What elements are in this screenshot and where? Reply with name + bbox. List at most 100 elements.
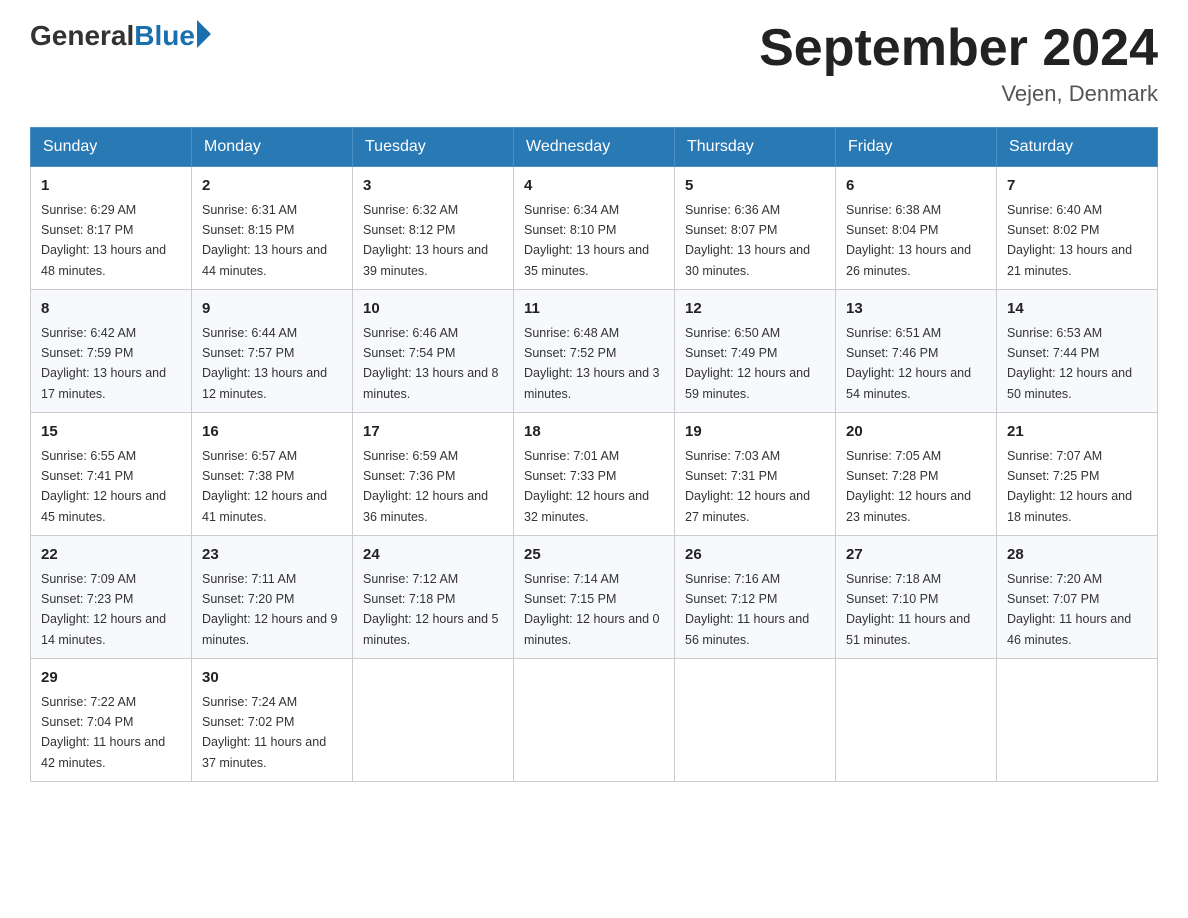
table-row: 9 Sunrise: 6:44 AMSunset: 7:57 PMDayligh… <box>192 290 353 413</box>
table-row: 11 Sunrise: 6:48 AMSunset: 7:52 PMDaylig… <box>514 290 675 413</box>
table-row: 2 Sunrise: 6:31 AMSunset: 8:15 PMDayligh… <box>192 167 353 290</box>
table-row: 28 Sunrise: 7:20 AMSunset: 7:07 PMDaylig… <box>997 536 1158 659</box>
table-row: 23 Sunrise: 7:11 AMSunset: 7:20 PMDaylig… <box>192 536 353 659</box>
table-row: 6 Sunrise: 6:38 AMSunset: 8:04 PMDayligh… <box>836 167 997 290</box>
table-row: 30 Sunrise: 7:24 AMSunset: 7:02 PMDaylig… <box>192 659 353 782</box>
day-info: Sunrise: 6:55 AMSunset: 7:41 PMDaylight:… <box>41 449 166 524</box>
day-info: Sunrise: 6:48 AMSunset: 7:52 PMDaylight:… <box>524 326 660 401</box>
col-header-monday: Monday <box>192 128 353 167</box>
day-info: Sunrise: 6:51 AMSunset: 7:46 PMDaylight:… <box>846 326 971 401</box>
day-number: 18 <box>524 421 664 444</box>
day-info: Sunrise: 6:29 AMSunset: 8:17 PMDaylight:… <box>41 203 166 278</box>
table-row: 25 Sunrise: 7:14 AMSunset: 7:15 PMDaylig… <box>514 536 675 659</box>
table-row <box>997 659 1158 782</box>
day-number: 19 <box>685 421 825 444</box>
logo-blue-text: Blue <box>134 20 195 52</box>
col-header-sunday: Sunday <box>31 128 192 167</box>
day-number: 21 <box>1007 421 1147 444</box>
day-info: Sunrise: 7:24 AMSunset: 7:02 PMDaylight:… <box>202 695 326 770</box>
table-row <box>836 659 997 782</box>
table-row: 13 Sunrise: 6:51 AMSunset: 7:46 PMDaylig… <box>836 290 997 413</box>
day-info: Sunrise: 7:20 AMSunset: 7:07 PMDaylight:… <box>1007 572 1131 647</box>
day-number: 9 <box>202 298 342 321</box>
title-section: September 2024 Vejen, Denmark <box>759 20 1158 107</box>
day-info: Sunrise: 7:01 AMSunset: 7:33 PMDaylight:… <box>524 449 649 524</box>
table-row: 7 Sunrise: 6:40 AMSunset: 8:02 PMDayligh… <box>997 167 1158 290</box>
location-subtitle: Vejen, Denmark <box>759 81 1158 107</box>
table-row: 27 Sunrise: 7:18 AMSunset: 7:10 PMDaylig… <box>836 536 997 659</box>
table-row: 18 Sunrise: 7:01 AMSunset: 7:33 PMDaylig… <box>514 413 675 536</box>
day-info: Sunrise: 6:42 AMSunset: 7:59 PMDaylight:… <box>41 326 166 401</box>
calendar-header-row: Sunday Monday Tuesday Wednesday Thursday… <box>31 128 1158 167</box>
day-number: 16 <box>202 421 342 444</box>
day-info: Sunrise: 7:12 AMSunset: 7:18 PMDaylight:… <box>363 572 499 647</box>
table-row: 16 Sunrise: 6:57 AMSunset: 7:38 PMDaylig… <box>192 413 353 536</box>
table-row <box>353 659 514 782</box>
day-info: Sunrise: 7:14 AMSunset: 7:15 PMDaylight:… <box>524 572 660 647</box>
col-header-tuesday: Tuesday <box>353 128 514 167</box>
day-info: Sunrise: 7:22 AMSunset: 7:04 PMDaylight:… <box>41 695 165 770</box>
calendar-week-5: 29 Sunrise: 7:22 AMSunset: 7:04 PMDaylig… <box>31 659 1158 782</box>
col-header-saturday: Saturday <box>997 128 1158 167</box>
day-info: Sunrise: 7:18 AMSunset: 7:10 PMDaylight:… <box>846 572 970 647</box>
day-number: 27 <box>846 544 986 567</box>
logo-arrow-icon <box>197 20 211 48</box>
day-info: Sunrise: 7:11 AMSunset: 7:20 PMDaylight:… <box>202 572 338 647</box>
calendar-week-1: 1 Sunrise: 6:29 AMSunset: 8:17 PMDayligh… <box>31 167 1158 290</box>
day-number: 23 <box>202 544 342 567</box>
day-number: 14 <box>1007 298 1147 321</box>
table-row: 15 Sunrise: 6:55 AMSunset: 7:41 PMDaylig… <box>31 413 192 536</box>
table-row: 22 Sunrise: 7:09 AMSunset: 7:23 PMDaylig… <box>31 536 192 659</box>
table-row: 3 Sunrise: 6:32 AMSunset: 8:12 PMDayligh… <box>353 167 514 290</box>
day-number: 5 <box>685 175 825 198</box>
day-info: Sunrise: 7:09 AMSunset: 7:23 PMDaylight:… <box>41 572 166 647</box>
day-number: 30 <box>202 667 342 690</box>
logo-general-text: General <box>30 20 134 52</box>
day-number: 8 <box>41 298 181 321</box>
calendar-week-2: 8 Sunrise: 6:42 AMSunset: 7:59 PMDayligh… <box>31 290 1158 413</box>
calendar-week-4: 22 Sunrise: 7:09 AMSunset: 7:23 PMDaylig… <box>31 536 1158 659</box>
day-number: 28 <box>1007 544 1147 567</box>
table-row: 5 Sunrise: 6:36 AMSunset: 8:07 PMDayligh… <box>675 167 836 290</box>
table-row: 29 Sunrise: 7:22 AMSunset: 7:04 PMDaylig… <box>31 659 192 782</box>
page-header: General Blue September 2024 Vejen, Denma… <box>30 20 1158 107</box>
day-number: 25 <box>524 544 664 567</box>
calendar-week-3: 15 Sunrise: 6:55 AMSunset: 7:41 PMDaylig… <box>31 413 1158 536</box>
table-row: 20 Sunrise: 7:05 AMSunset: 7:28 PMDaylig… <box>836 413 997 536</box>
day-number: 29 <box>41 667 181 690</box>
day-info: Sunrise: 6:50 AMSunset: 7:49 PMDaylight:… <box>685 326 810 401</box>
table-row: 26 Sunrise: 7:16 AMSunset: 7:12 PMDaylig… <box>675 536 836 659</box>
table-row: 19 Sunrise: 7:03 AMSunset: 7:31 PMDaylig… <box>675 413 836 536</box>
day-number: 24 <box>363 544 503 567</box>
day-number: 6 <box>846 175 986 198</box>
day-number: 15 <box>41 421 181 444</box>
table-row: 1 Sunrise: 6:29 AMSunset: 8:17 PMDayligh… <box>31 167 192 290</box>
day-info: Sunrise: 6:32 AMSunset: 8:12 PMDaylight:… <box>363 203 488 278</box>
day-info: Sunrise: 7:07 AMSunset: 7:25 PMDaylight:… <box>1007 449 1132 524</box>
day-info: Sunrise: 6:38 AMSunset: 8:04 PMDaylight:… <box>846 203 971 278</box>
day-number: 7 <box>1007 175 1147 198</box>
col-header-wednesday: Wednesday <box>514 128 675 167</box>
table-row: 12 Sunrise: 6:50 AMSunset: 7:49 PMDaylig… <box>675 290 836 413</box>
table-row <box>514 659 675 782</box>
day-info: Sunrise: 6:31 AMSunset: 8:15 PMDaylight:… <box>202 203 327 278</box>
col-header-thursday: Thursday <box>675 128 836 167</box>
day-info: Sunrise: 6:40 AMSunset: 8:02 PMDaylight:… <box>1007 203 1132 278</box>
day-info: Sunrise: 6:36 AMSunset: 8:07 PMDaylight:… <box>685 203 810 278</box>
day-number: 2 <box>202 175 342 198</box>
day-number: 10 <box>363 298 503 321</box>
day-number: 20 <box>846 421 986 444</box>
day-number: 26 <box>685 544 825 567</box>
table-row <box>675 659 836 782</box>
table-row: 4 Sunrise: 6:34 AMSunset: 8:10 PMDayligh… <box>514 167 675 290</box>
day-number: 11 <box>524 298 664 321</box>
table-row: 8 Sunrise: 6:42 AMSunset: 7:59 PMDayligh… <box>31 290 192 413</box>
day-info: Sunrise: 7:03 AMSunset: 7:31 PMDaylight:… <box>685 449 810 524</box>
day-number: 22 <box>41 544 181 567</box>
table-row: 14 Sunrise: 6:53 AMSunset: 7:44 PMDaylig… <box>997 290 1158 413</box>
calendar-table: Sunday Monday Tuesday Wednesday Thursday… <box>30 127 1158 782</box>
day-info: Sunrise: 6:59 AMSunset: 7:36 PMDaylight:… <box>363 449 488 524</box>
day-number: 13 <box>846 298 986 321</box>
day-number: 1 <box>41 175 181 198</box>
table-row: 21 Sunrise: 7:07 AMSunset: 7:25 PMDaylig… <box>997 413 1158 536</box>
